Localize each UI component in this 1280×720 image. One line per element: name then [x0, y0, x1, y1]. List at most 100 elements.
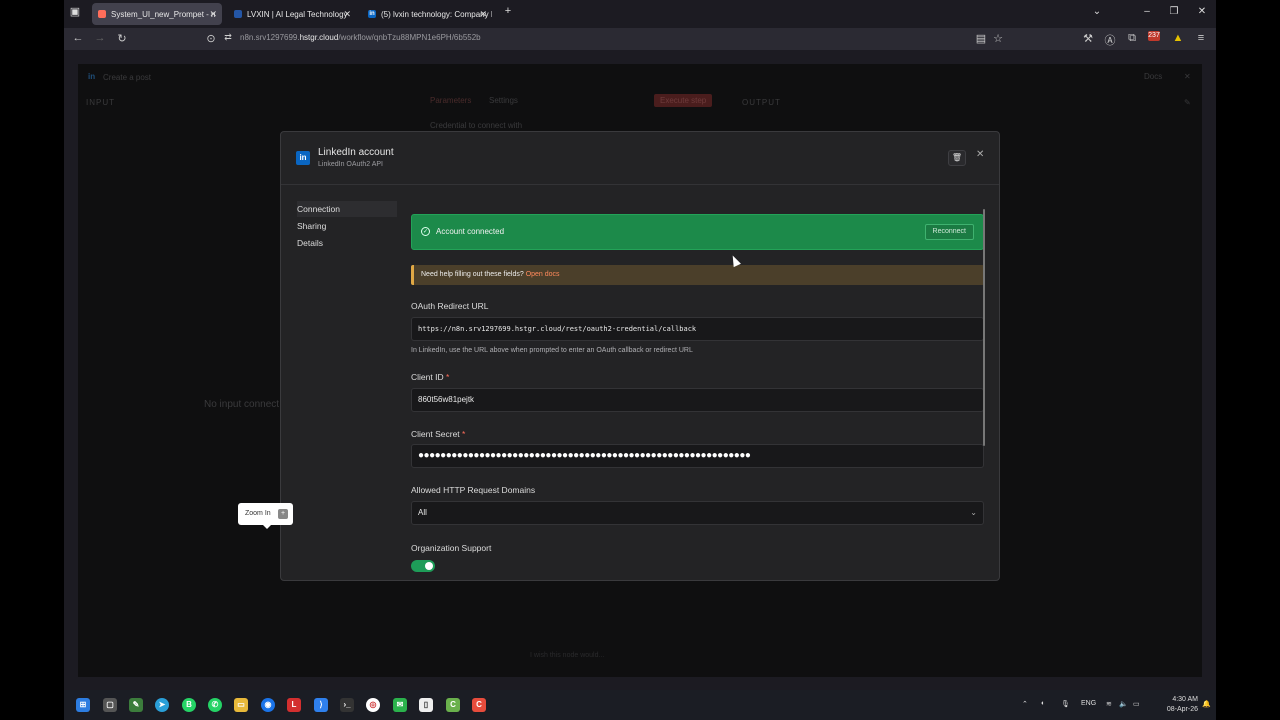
back-icon[interactable]: ← [70, 32, 86, 44]
execute-step-button[interactable]: Execute step [654, 94, 713, 107]
no-input-text: No input connect [204, 399, 280, 410]
notifications-icon[interactable]: 🔔 [1202, 700, 1211, 708]
linkedin-favicon-icon: in [368, 10, 376, 18]
file-explorer-icon[interactable]: ▭ [234, 698, 248, 712]
help-text: Need help filling out these fields? [421, 271, 524, 278]
reconnect-button[interactable]: Reconnect [924, 224, 974, 240]
firefox-icon[interactable]: ◉ [261, 698, 275, 712]
bookmark-star-icon[interactable]: ☆ [990, 32, 1006, 45]
tab-overview-icon[interactable]: ▣ [67, 5, 83, 18]
sidebar-item-sharing[interactable]: Sharing [297, 218, 397, 234]
telegram-icon[interactable]: ➤ [155, 698, 169, 712]
client-id-label-text: Client ID [411, 372, 444, 382]
language-indicator[interactable]: ENG [1081, 700, 1096, 707]
close-modal-icon[interactable]: ✕ [976, 149, 984, 160]
microphone-icon[interactable]: 🎙 [1061, 700, 1070, 708]
redirect-url-field[interactable]: https://n8n.srv1297699.hstgr.cloud/rest/… [411, 317, 984, 341]
nav-bar: ← → ↻ ⊙ ⇄ n8n.srv1297699.hstgr.cloud/wor… [64, 28, 1216, 50]
close-tab-icon[interactable]: ✕ [479, 9, 487, 20]
close-tab-icon[interactable]: ✕ [343, 9, 351, 20]
feedback-hint[interactable]: I wish this node would... [530, 652, 604, 659]
extensions-icon[interactable]: ⧉ [1124, 32, 1140, 45]
redirect-url-hint: In LinkedIn, use the URL above when prom… [411, 347, 693, 354]
tab-linkedin-company[interactable]: in (5) lvxin technology: Company P ✕ [362, 3, 492, 25]
vscode-icon[interactable]: ⟩ [314, 698, 328, 712]
wechat-icon[interactable]: ✉ [393, 698, 407, 712]
volume-icon[interactable]: 🔈 [1119, 700, 1128, 708]
tooltip-arrow [263, 525, 271, 529]
desktop: ▣ System_UI_new_Prompet - n ✕ LVXIN | AI… [0, 0, 1280, 720]
parameters-tab[interactable]: Parameters [430, 96, 471, 105]
c-app-icon[interactable]: C [446, 698, 460, 712]
sidebar-item-connection[interactable]: Connection [297, 201, 397, 217]
open-docs-link[interactable]: Open docs [526, 271, 560, 278]
close-tab-icon[interactable]: ✕ [209, 9, 217, 20]
close-ndv-icon[interactable]: ✕ [1184, 72, 1191, 81]
wifi-icon[interactable]: ≋ [1106, 700, 1112, 708]
client-secret-label-text: Client Secret [411, 429, 460, 439]
client-id-input[interactable]: 860t56w81pejtk [411, 388, 984, 412]
minimize-icon[interactable]: – [1138, 6, 1156, 17]
client-secret-label: Client Secret * [411, 429, 465, 439]
menu-icon[interactable]: ≡ [1193, 32, 1209, 44]
battery-icon[interactable]: ▭ [1133, 700, 1140, 708]
clock-time: 4:30 AM [1172, 696, 1198, 703]
list-tabs-icon[interactable]: ⌄ [1088, 6, 1106, 17]
terminal-icon[interactable]: ›_ [340, 698, 354, 712]
forward-icon[interactable]: → [92, 32, 108, 44]
url-host: hstgr.cloud [299, 33, 339, 42]
new-tab-icon[interactable]: + [500, 5, 516, 17]
notification-badge[interactable]: 237 [1148, 31, 1160, 41]
taskbar: ⊞ ▢ ✎ ➤ B ✆ ▭ ◉ L ⟩ ›_ ◎ ✉ ▯ C C ⌃ ◐ 🎙 E… [64, 690, 1216, 720]
credential-sidebar: Connection Sharing Details [297, 201, 397, 252]
client-id-label: Client ID * [411, 372, 449, 382]
allowed-domains-label: Allowed HTTP Request Domains [411, 485, 536, 495]
reader-view-icon[interactable]: ▤ [973, 32, 989, 45]
delete-credential-button[interactable]: 🗑 [948, 150, 966, 166]
task-view-icon[interactable]: ▢ [103, 698, 117, 712]
linkedin-node-icon: in [88, 72, 96, 81]
chevron-down-icon: ⌄ [970, 508, 977, 517]
reload-icon[interactable]: ↻ [114, 32, 130, 45]
address-bar[interactable]: n8n.srv1297699.hstgr.cloud/workflow/qnbT… [240, 33, 481, 42]
document-icon[interactable]: ▯ [419, 698, 433, 712]
tray-app-icon[interactable]: ◐ [1041, 700, 1045, 707]
panel-scrollbar[interactable] [983, 209, 985, 446]
allowed-domains-select[interactable]: All ⌄ [411, 501, 984, 525]
whatsapp-business-icon[interactable]: B [182, 698, 196, 712]
l-app-icon[interactable]: L [287, 698, 301, 712]
tools-icon[interactable]: ⚒ [1080, 32, 1096, 45]
account-icon[interactable]: Ⓐ [1102, 32, 1118, 48]
tray-overflow-icon[interactable]: ⌃ [1022, 700, 1028, 708]
tab-label: System_UI_new_Prompet - n [111, 9, 216, 19]
lvxin-favicon-icon [234, 10, 242, 18]
notepad-icon[interactable]: ✎ [129, 698, 143, 712]
clock[interactable]: 4:30 AM 08-Apr-26 [1156, 695, 1198, 715]
credential-title[interactable]: LinkedIn account [318, 147, 394, 158]
connection-panel: ✓ Account connected Reconnect Need help … [411, 207, 986, 580]
restore-icon[interactable]: ❐ [1165, 6, 1183, 17]
permissions-icon[interactable]: ⇄ [220, 32, 236, 43]
site-info-icon[interactable]: ⊙ [203, 32, 219, 45]
linkedin-logo-icon: in [296, 151, 310, 165]
docs-link[interactable]: Docs [1144, 72, 1162, 81]
tab-n8n-workflow[interactable]: System_UI_new_Prompet - n ✕ [92, 3, 222, 25]
trash-icon: 🗑 [951, 153, 963, 162]
tab-lvxin[interactable]: LVXIN | AI Legal Technology ✕ [228, 3, 356, 25]
n8n-favicon-icon [98, 10, 106, 18]
check-circle-icon: ✓ [421, 227, 430, 236]
client-secret-input[interactable]: ●●●●●●●●●●●●●●●●●●●●●●●●●●●●●●●●●●●●●●●●… [411, 444, 984, 468]
start-icon[interactable]: ⊞ [76, 698, 90, 712]
required-marker: * [462, 429, 466, 439]
whatsapp-icon[interactable]: ✆ [208, 698, 222, 712]
sidebar-item-details[interactable]: Details [297, 235, 397, 251]
org-support-toggle[interactable] [411, 560, 435, 572]
red-app-icon[interactable]: C [472, 698, 486, 712]
close-window-icon[interactable]: ✕ [1193, 6, 1211, 17]
chrome-icon[interactable]: ◎ [366, 698, 380, 712]
credential-type: LinkedIn OAuth2 API [318, 161, 383, 168]
settings-tab[interactable]: Settings [489, 96, 518, 105]
url-path: /workflow/qnbTzu88MPN1e6PH/6b552b [338, 33, 481, 42]
warning-icon[interactable]: ▲ [1170, 32, 1186, 44]
edit-output-icon[interactable]: ✎ [1184, 98, 1191, 107]
